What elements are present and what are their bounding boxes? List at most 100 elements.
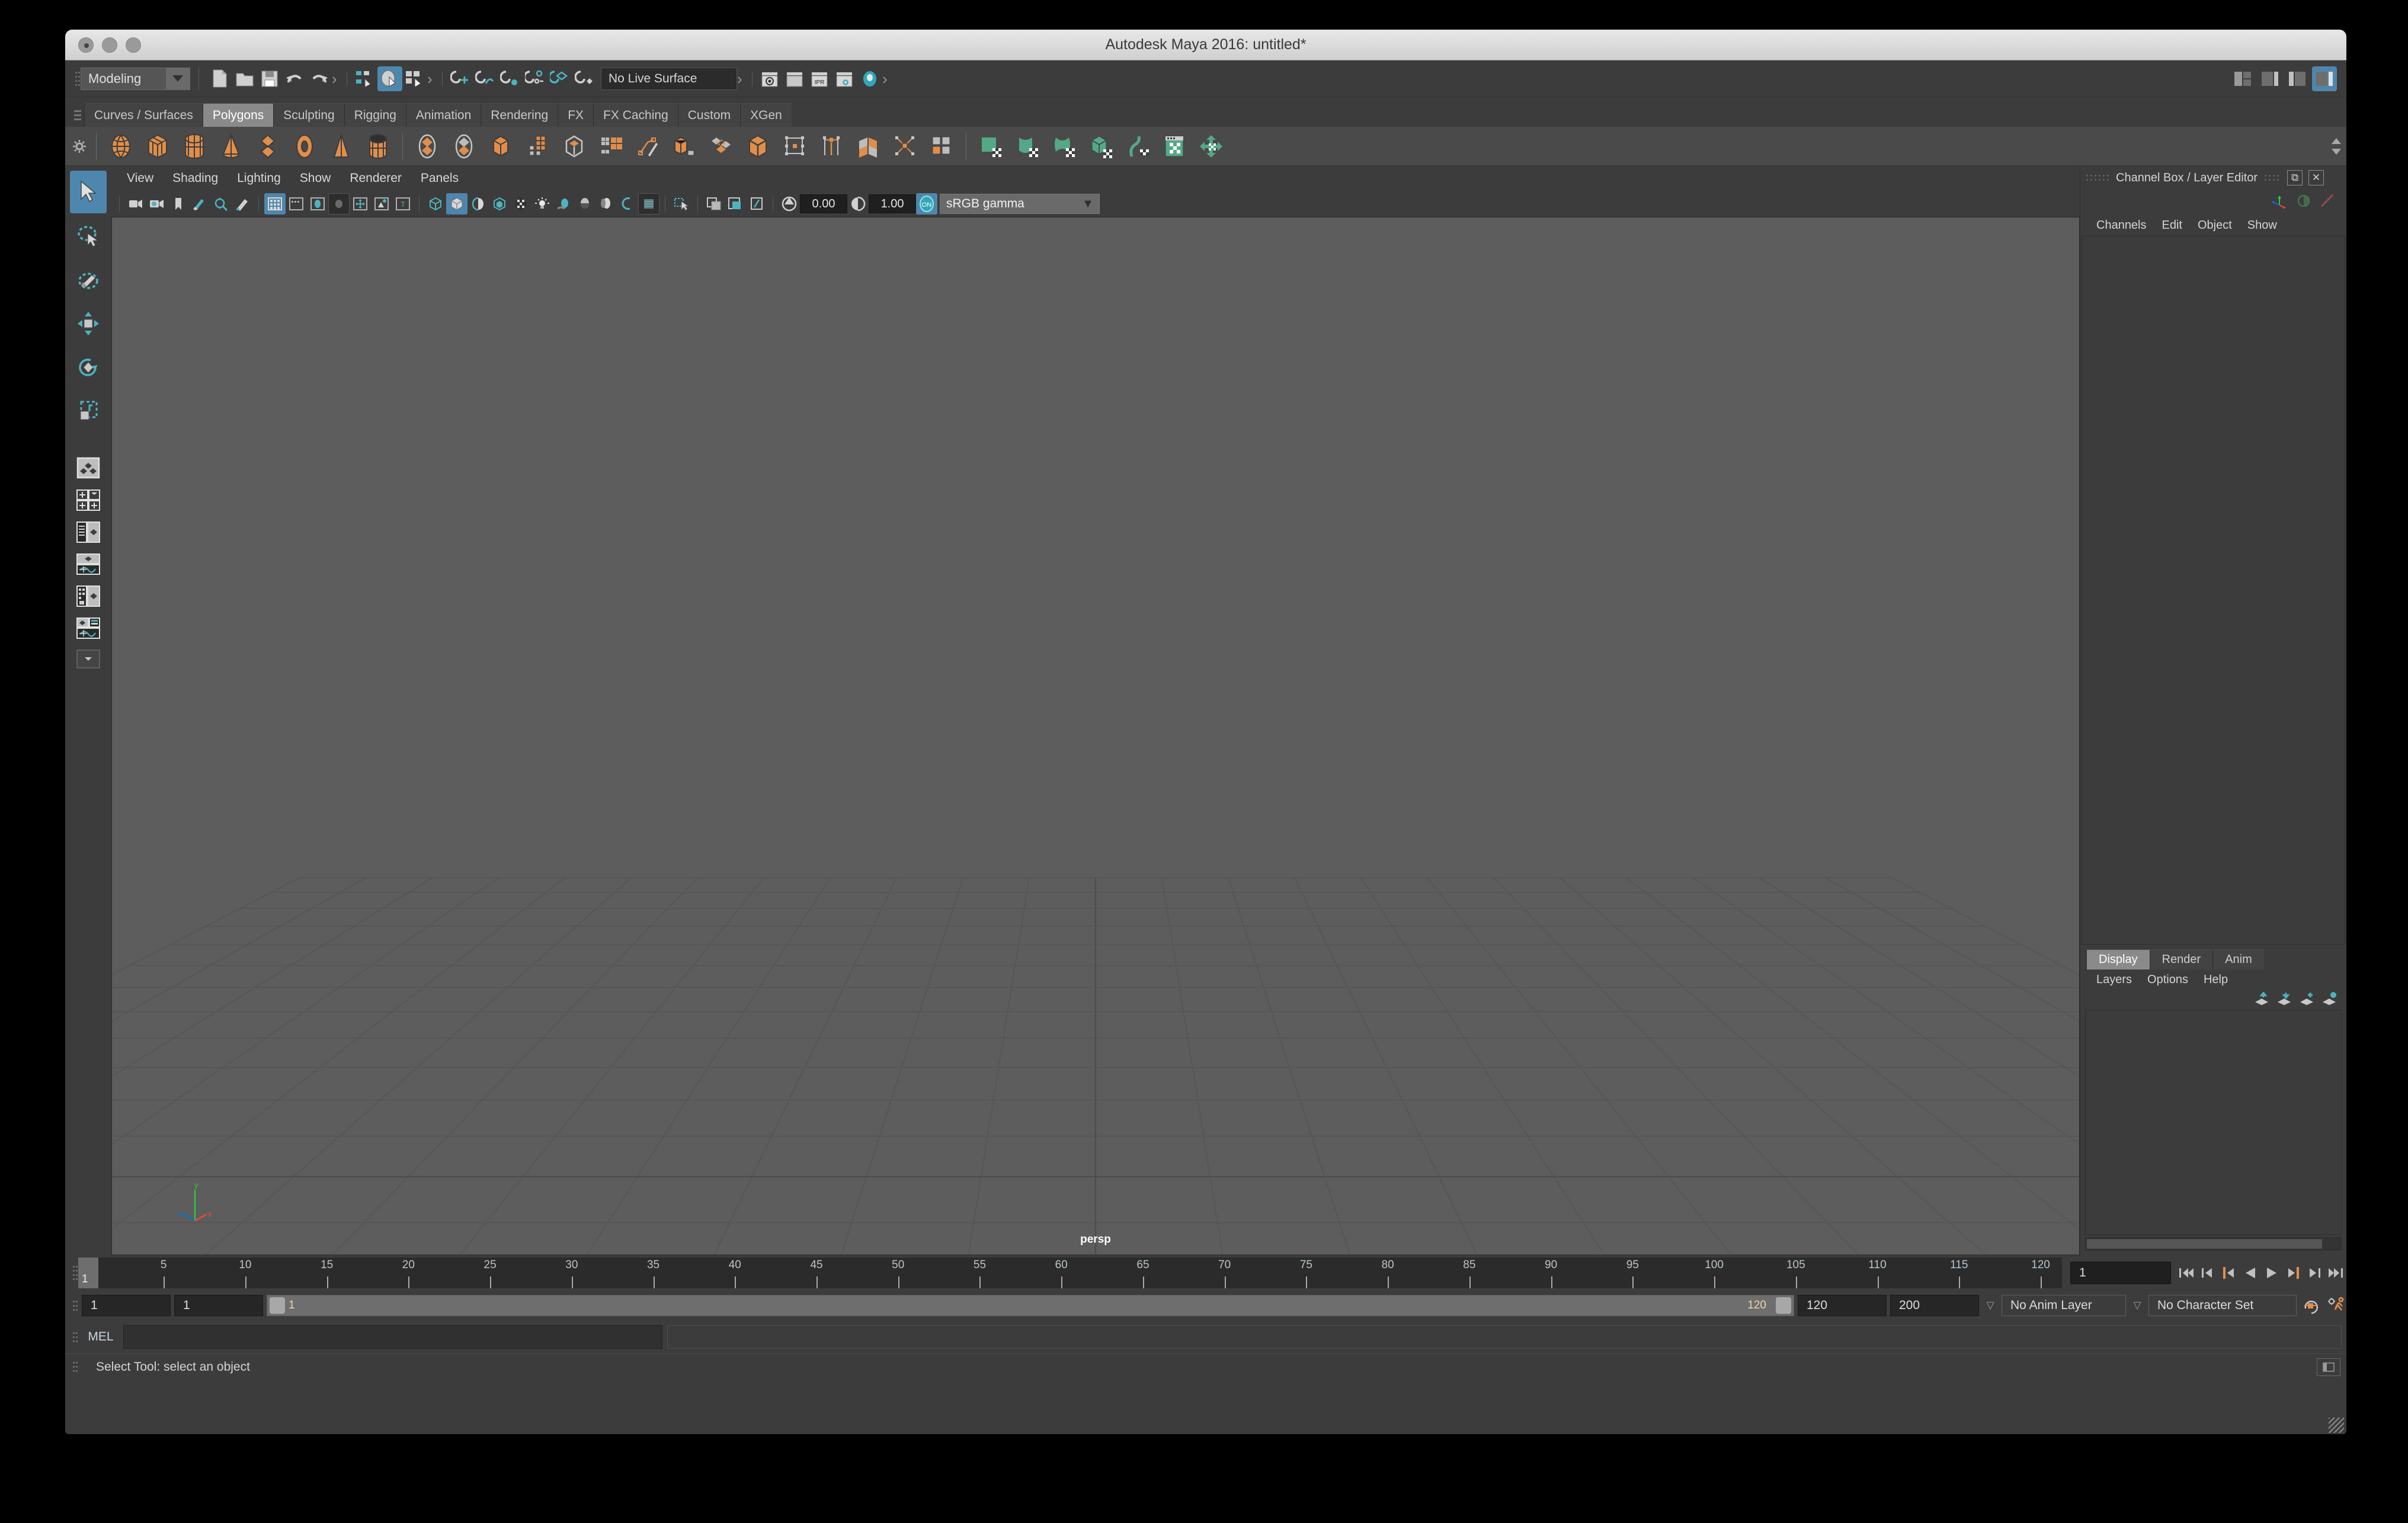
shelf-tab-sculpting[interactable]: Sculpting — [273, 103, 344, 127]
poly-extrude-icon[interactable] — [519, 130, 556, 163]
select-tool-button[interactable] — [70, 171, 107, 213]
shelf-tab-fx[interactable]: FX — [558, 103, 594, 127]
screen-space-ambient-occlusion-icon[interactable] — [574, 193, 595, 215]
gamma-icon[interactable] — [847, 193, 869, 215]
exposure-value[interactable]: 0.00 — [800, 194, 847, 213]
status-line-grip[interactable] — [71, 71, 81, 86]
display-gate-mask-icon[interactable] — [371, 193, 392, 215]
layer-new-icon[interactable] — [2299, 992, 2314, 1008]
close-icon[interactable]: ✕ — [2308, 170, 2324, 185]
hypershade-icon[interactable] — [857, 66, 882, 91]
poly-crease-icon[interactable] — [813, 130, 850, 163]
save-scene-icon[interactable] — [257, 66, 282, 91]
range-handle-right[interactable] — [1776, 1297, 1791, 1314]
display-film-gate-icon[interactable] — [264, 193, 286, 215]
layout-persp-graph-button[interactable] — [70, 550, 107, 578]
display-text-icon[interactable]: T — [392, 193, 414, 215]
use-all-lights-icon[interactable] — [531, 193, 553, 215]
current-frame-field[interactable]: 1 — [2070, 1262, 2171, 1284]
layer-menu-layers[interactable]: Layers — [2089, 973, 2140, 987]
shelf-tab-polygons[interactable]: Polygons — [202, 103, 274, 127]
layout-outliner-persp-button[interactable] — [70, 518, 107, 546]
depth-of-field-icon[interactable] — [638, 193, 659, 215]
play-forwards-icon[interactable] — [2261, 1261, 2282, 1285]
poly-booleans-icon[interactable] — [739, 130, 776, 163]
layer-list[interactable] — [2085, 1010, 2342, 1235]
snap-to-view-plane-icon[interactable] — [547, 66, 572, 91]
redo-icon[interactable] — [307, 66, 332, 91]
render-settings-icon[interactable] — [832, 66, 857, 91]
command-line-grip[interactable] — [69, 1332, 78, 1342]
gamma-value[interactable]: 1.00 — [869, 194, 916, 213]
go-to-end-icon[interactable] — [2325, 1261, 2346, 1285]
viewport-menu-show[interactable]: Show — [290, 166, 341, 191]
shelf-tab-rigging[interactable]: Rigging — [344, 103, 406, 127]
uv-unfold-icon[interactable] — [1119, 130, 1156, 163]
go-to-start-icon[interactable] — [2176, 1261, 2197, 1285]
xray-joints-icon[interactable] — [725, 193, 746, 215]
range-slider-grip[interactable] — [69, 1300, 78, 1311]
viewport-menu-lighting[interactable]: Lighting — [228, 166, 290, 191]
ipr-render-icon[interactable]: IPR — [808, 66, 832, 91]
layer-menu-options[interactable]: Options — [2140, 973, 2196, 987]
minimize-window-button[interactable] — [102, 37, 117, 53]
auto-key-icon[interactable] — [2300, 1294, 2321, 1317]
image-plane-icon[interactable] — [189, 193, 210, 215]
window-controls[interactable] — [78, 37, 141, 53]
lasso-select-tool-button[interactable] — [70, 215, 107, 257]
channel-box-menu-show[interactable]: Show — [2240, 219, 2285, 232]
uv-spherical-icon[interactable] — [1046, 130, 1083, 163]
motion-blur-icon[interactable] — [595, 193, 617, 215]
help-line-grip[interactable] — [69, 1362, 78, 1372]
color-management-toggle[interactable]: ON — [916, 193, 937, 215]
time-slider[interactable]: 1 5 10 15 20 25 30 35 40 45 50 55 60 65 70 75 80 85 90 95 1… — [78, 1258, 2062, 1288]
live-surface-field[interactable]: No Live Surface — [601, 67, 737, 90]
xray-display-icon[interactable] — [703, 193, 725, 215]
animation-preferences-icon[interactable] — [2325, 1294, 2346, 1317]
anim-layer-chevron-icon[interactable]: ▽ — [1983, 1300, 1998, 1311]
poly-mirror-icon[interactable] — [703, 130, 739, 163]
restore-icon[interactable]: ⧉ — [2287, 170, 2303, 185]
tool-settings-icon[interactable] — [2319, 193, 2336, 212]
status-collapse-2[interactable]: › — [427, 71, 437, 87]
show-hide-tool-settings-icon[interactable] — [2285, 66, 2310, 91]
rotate-tool-button[interactable] — [70, 346, 107, 389]
playback-start-field[interactable]: 1 — [174, 1295, 263, 1316]
character-set-chevron-icon[interactable]: ▽ — [2130, 1300, 2145, 1311]
select-camera-icon[interactable] — [125, 193, 146, 215]
color-management-selector[interactable]: sRGB gamma ▼ — [940, 194, 1100, 214]
select-by-object-icon[interactable] — [377, 66, 402, 91]
chevron-down-icon[interactable]: ▼ — [1077, 197, 1099, 211]
smooth-shade-all-icon[interactable] — [446, 193, 467, 215]
step-back-keyframe-icon[interactable] — [2197, 1261, 2218, 1285]
shelf-tab-xgen[interactable]: XGen — [740, 103, 792, 127]
attribute-editor-icon[interactable] — [2295, 193, 2312, 212]
xray-active-components-icon[interactable] — [746, 193, 767, 215]
shelf-tab-custom[interactable]: Custom — [677, 103, 741, 127]
layer-list-scrollbar[interactable] — [2085, 1237, 2342, 1250]
help-line-expand-icon[interactable] — [2317, 1358, 2340, 1376]
uv-automatic-icon[interactable] — [1083, 130, 1119, 163]
step-back-frame-icon[interactable] — [2218, 1261, 2240, 1285]
poly-combine-icon[interactable] — [666, 130, 703, 163]
move-tool-button[interactable] — [70, 302, 107, 345]
poly-smooth-icon[interactable] — [482, 130, 519, 163]
perspective-viewport[interactable]: y z x persp — [111, 217, 2080, 1255]
poly-torus-icon[interactable] — [249, 130, 286, 163]
time-slider-grip[interactable] — [69, 1266, 78, 1280]
multisample-anti-aliasing-icon[interactable] — [617, 193, 638, 215]
select-by-component-icon[interactable] — [402, 66, 427, 91]
shelf-scroll-buttons[interactable] — [2326, 130, 2346, 163]
close-window-button[interactable] — [78, 37, 94, 53]
step-forward-frame-icon[interactable] — [2282, 1261, 2304, 1285]
poly-cylinder-icon[interactable] — [176, 130, 213, 163]
poly-sphere-icon[interactable] — [103, 130, 139, 163]
scale-tool-button[interactable] — [70, 390, 107, 433]
shelf-tab-fx-caching[interactable]: FX Caching — [593, 103, 678, 127]
shaded-wireframe-icon[interactable] — [467, 193, 489, 215]
panel-drag-dots-right[interactable] — [2263, 174, 2282, 182]
camera-attributes-icon[interactable] — [146, 193, 168, 215]
range-bar[interactable]: 1 120 — [267, 1295, 1794, 1316]
channel-box-icon[interactable] — [2271, 193, 2288, 212]
window-resize-grip[interactable] — [2329, 1418, 2344, 1433]
